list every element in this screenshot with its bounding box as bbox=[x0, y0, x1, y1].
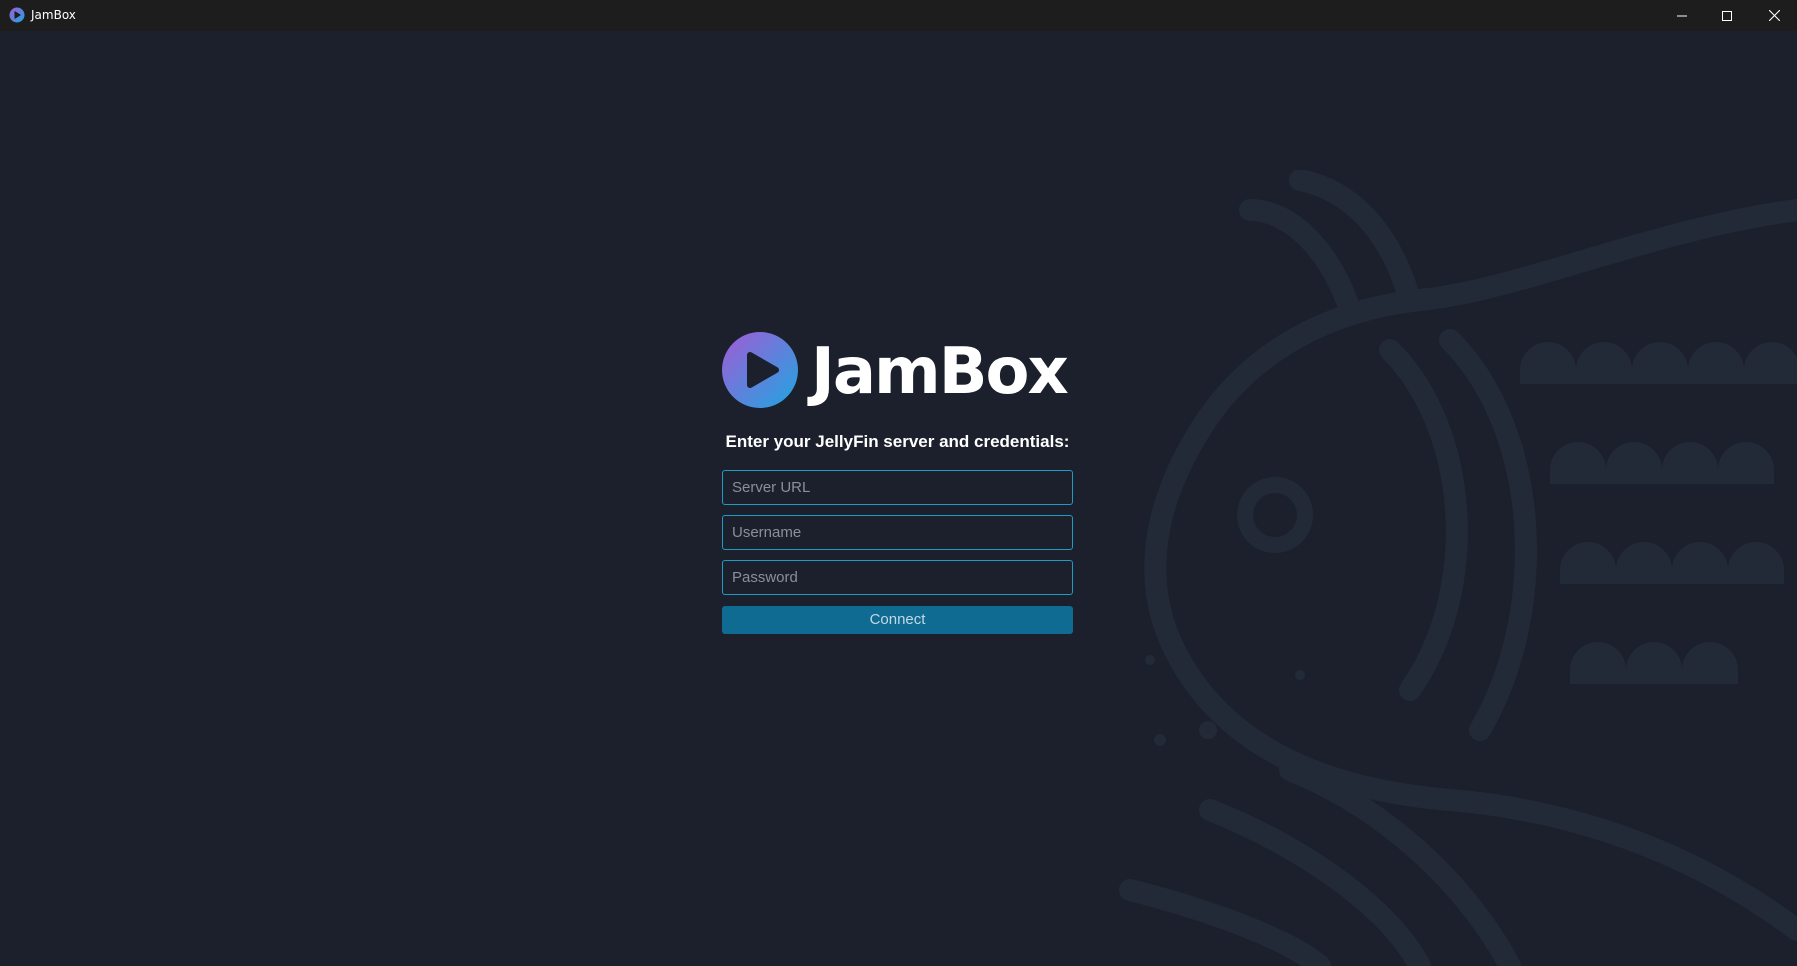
server-url-input[interactable] bbox=[722, 470, 1073, 505]
connect-button[interactable]: Connect bbox=[722, 606, 1073, 634]
title-bar[interactable]: JamBox bbox=[0, 0, 1797, 31]
maximize-button[interactable] bbox=[1704, 0, 1750, 31]
jambox-play-icon bbox=[9, 7, 25, 23]
minimize-icon bbox=[1677, 15, 1687, 16]
jambox-logo: JamBox bbox=[722, 332, 1073, 410]
play-circle-icon bbox=[722, 332, 798, 408]
minimize-button[interactable] bbox=[1659, 0, 1705, 31]
window-title: JamBox bbox=[31, 8, 76, 22]
close-icon bbox=[1768, 10, 1780, 21]
koi-fish-background-art bbox=[1119, 170, 1797, 966]
brand-name: JamBox bbox=[811, 335, 1069, 409]
app-window: JamBox JamBox Enter your JellyFin server… bbox=[0, 0, 1797, 966]
login-prompt: Enter your JellyFin server and credentia… bbox=[725, 432, 1070, 451]
maximize-icon bbox=[1722, 10, 1732, 21]
password-input[interactable] bbox=[722, 560, 1073, 595]
close-button[interactable] bbox=[1751, 0, 1797, 31]
username-input[interactable] bbox=[722, 515, 1073, 550]
